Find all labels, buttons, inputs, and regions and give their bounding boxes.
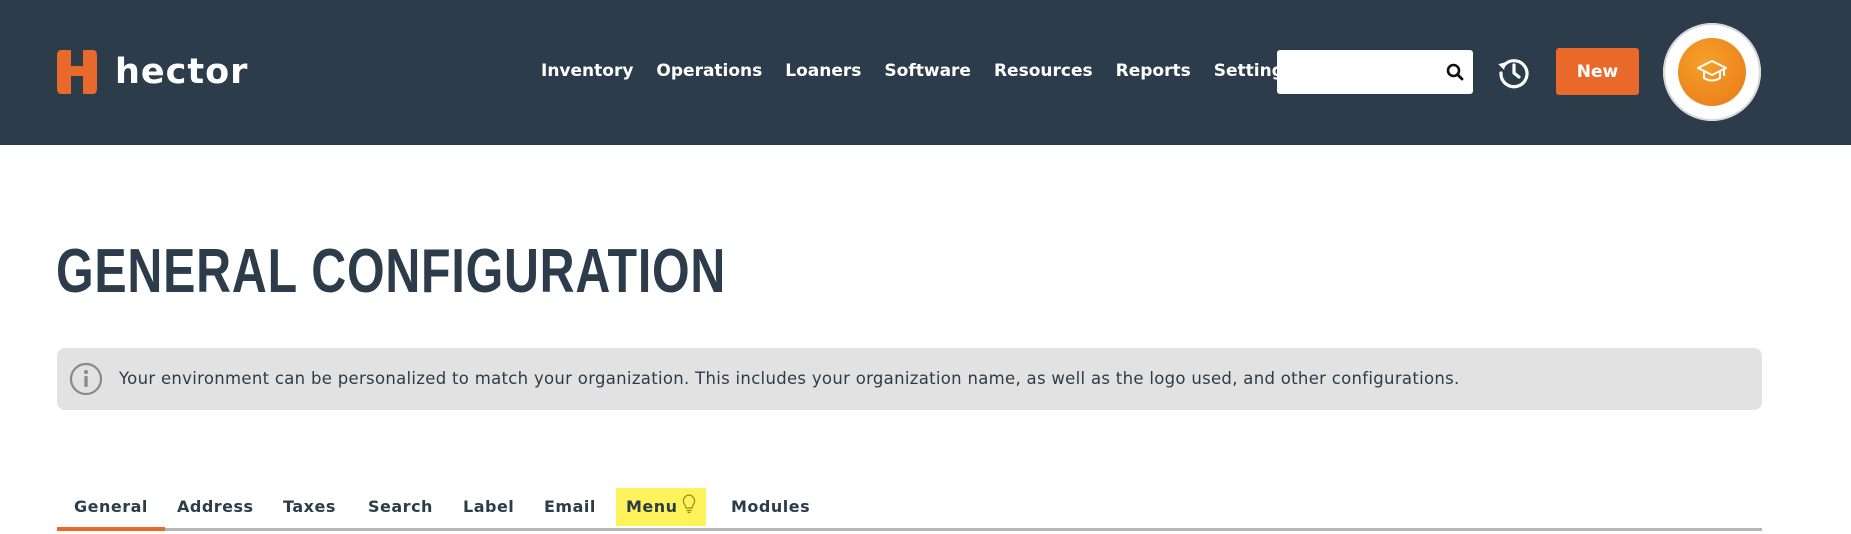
brand-name: hector — [115, 52, 249, 92]
graduation-cap-icon — [1697, 60, 1727, 82]
logo[interactable]: hector — [57, 48, 248, 96]
tab-menu[interactable]: Menu — [616, 488, 706, 526]
history-icon[interactable] — [1497, 56, 1531, 90]
config-tabs: General Address Taxes Search Label Email… — [57, 486, 1762, 531]
tab-modules[interactable]: Modules — [731, 488, 810, 526]
hector-logo-icon — [57, 50, 97, 94]
tab-label[interactable]: Label — [463, 488, 514, 526]
nav-inventory[interactable]: Inventory — [541, 61, 633, 81]
info-text: Your environment can be personalized to … — [119, 369, 1460, 388]
avatar[interactable] — [1678, 38, 1746, 106]
main-nav: Inventory Operations Loaners Software Re… — [541, 56, 1294, 86]
lightbulb-icon — [682, 494, 695, 514]
tab-general[interactable]: General — [57, 488, 165, 531]
tab-email[interactable]: Email — [544, 488, 596, 526]
avatar-frame — [1663, 23, 1761, 121]
nav-resources[interactable]: Resources — [994, 61, 1093, 81]
tab-menu-label: Menu — [626, 497, 678, 516]
tab-address[interactable]: Address — [177, 488, 254, 526]
page-title: GENERAL CONFIGURATION — [56, 237, 727, 306]
nav-operations[interactable]: Operations — [656, 61, 762, 81]
info-banner: Your environment can be personalized to … — [57, 348, 1762, 410]
top-navbar: hector Inventory Operations Loaners Soft… — [0, 0, 1851, 145]
tab-search[interactable]: Search — [368, 488, 433, 526]
nav-loaners[interactable]: Loaners — [785, 61, 861, 81]
info-icon — [69, 362, 103, 396]
new-button[interactable]: New — [1556, 48, 1639, 95]
search-input[interactable] — [1277, 50, 1437, 94]
tabs-underline — [57, 528, 1762, 531]
search-box — [1277, 50, 1473, 94]
nav-software[interactable]: Software — [884, 61, 971, 81]
nav-reports[interactable]: Reports — [1116, 61, 1191, 81]
search-icon[interactable] — [1445, 62, 1465, 82]
tab-taxes[interactable]: Taxes — [283, 488, 336, 526]
